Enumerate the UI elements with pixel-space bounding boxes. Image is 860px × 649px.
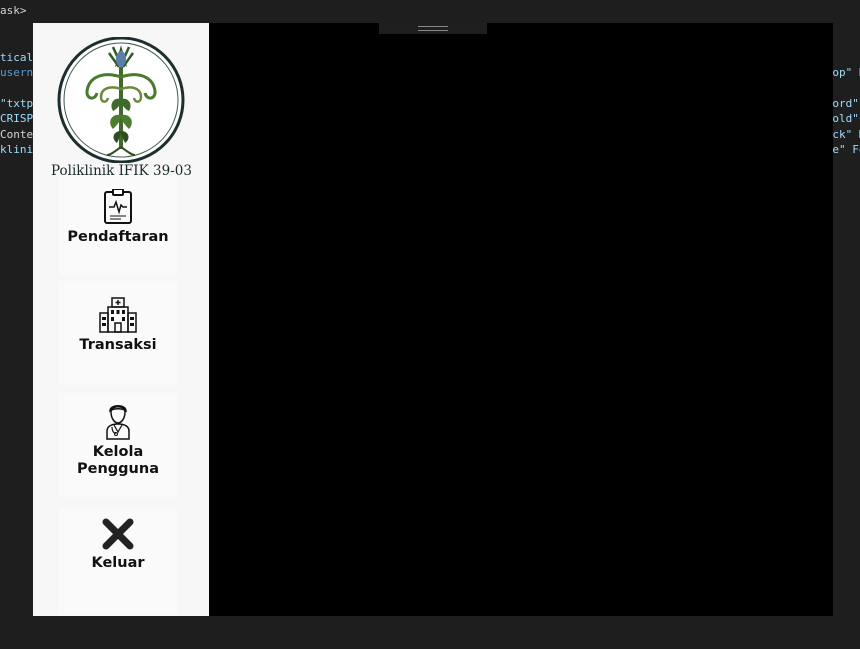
code-line: tical <box>0 51 34 64</box>
sidebar: Poliklinik IFIK 39-03 Pendaftaran Transa… <box>33 23 209 616</box>
menu-item-label: Kelola Pengguna <box>77 444 159 477</box>
menu-item-label: Pendaftaran <box>67 229 169 245</box>
menu-item-label: Transaksi <box>79 337 157 353</box>
code-line: "txtp <box>0 97 34 110</box>
clipboard-icon <box>104 189 132 224</box>
code-line: usern <box>0 66 34 79</box>
code-line: Conte <box>0 128 34 141</box>
hospital-icon <box>99 297 137 333</box>
menu-item-keluar[interactable]: Keluar <box>59 507 177 615</box>
menu-item-pendaftaran[interactable]: Pendaftaran <box>59 175 177 275</box>
menu-item-label: Keluar <box>91 555 145 571</box>
window-drag-handle[interactable] <box>379 23 487 34</box>
app-window: Poliklinik IFIK 39-03 Pendaftaran Transa… <box>33 23 833 616</box>
close-icon <box>102 518 134 550</box>
code-line: ask> <box>0 4 27 17</box>
code-line: klini <box>0 143 34 156</box>
grip-icon <box>418 26 448 31</box>
doctor-icon <box>106 405 130 440</box>
menu-item-kelola-pengguna[interactable]: Kelola Pengguna <box>59 393 177 497</box>
lily-emblem-icon <box>57 36 185 164</box>
menu-item-transaksi[interactable]: Transaksi <box>59 281 177 385</box>
clinic-logo: Poliklinik IFIK 39-03 <box>51 36 192 181</box>
code-line: CRISP <box>0 112 34 125</box>
